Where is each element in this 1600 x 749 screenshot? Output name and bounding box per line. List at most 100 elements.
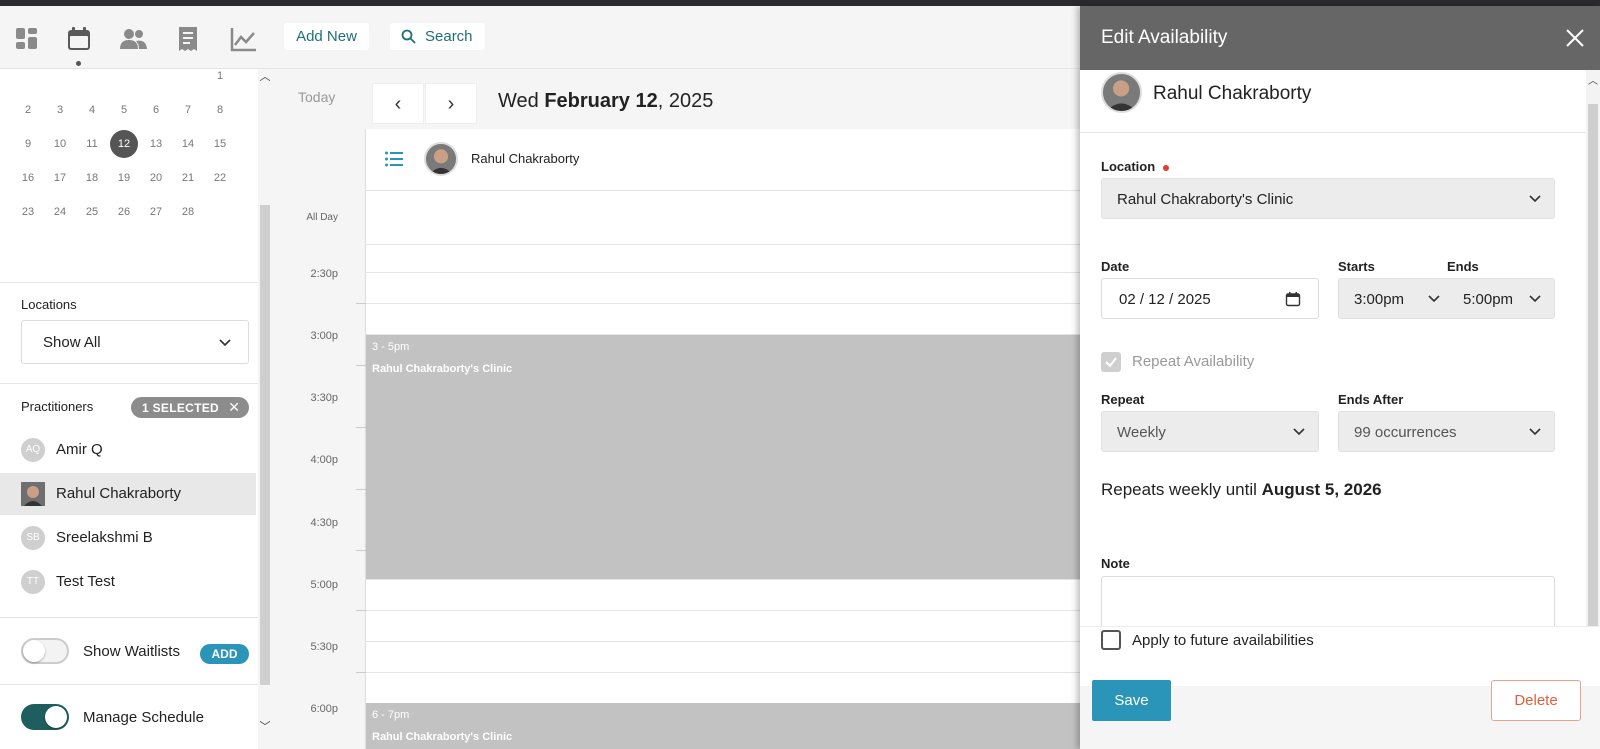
mini-calendar-day[interactable]: 6 <box>142 96 170 124</box>
manage-schedule-label: Manage Schedule <box>83 709 204 726</box>
mini-calendar-day[interactable]: 10 <box>46 130 74 158</box>
chevron-down-icon <box>1529 195 1541 203</box>
grid-line <box>366 272 1080 273</box>
apply-future-checkbox[interactable] <box>1101 630 1121 650</box>
location-select[interactable]: Rahul Chakraborty's Clinic <box>1101 178 1555 219</box>
repeat-availability-checkbox[interactable] <box>1101 352 1121 372</box>
grid-line <box>366 641 1080 642</box>
ends-after-select[interactable]: 99 occurrences <box>1338 411 1555 452</box>
date-label: Date <box>1101 259 1130 274</box>
availability-block[interactable]: 6 - 7pm Rahul Chakraborty's Clinic <box>366 703 1080 749</box>
save-button[interactable]: Save <box>1092 680 1171 721</box>
mini-calendar-day[interactable]: 8 <box>206 96 234 124</box>
mini-calendar-day[interactable]: 2 <box>14 96 42 124</box>
ends-after-label: Ends After <box>1338 392 1404 407</box>
sidebar-scrollbar[interactable]: ︿ ﹀ <box>258 69 272 749</box>
add-waitlist-button[interactable]: ADD <box>200 644 249 664</box>
selected-count-badge[interactable]: 1 SELECTED ✕ <box>131 397 249 418</box>
show-waitlists-toggle[interactable] <box>21 638 69 664</box>
mini-calendar-day[interactable]: 24 <box>46 198 74 226</box>
event-time: 3 - 5pm <box>372 341 410 353</box>
event-time: 6 - 7pm <box>372 709 410 721</box>
scroll-down-icon[interactable]: ﹀ <box>259 721 271 733</box>
panel-scrollbar[interactable]: ︿ <box>1586 70 1600 626</box>
mini-calendar-day-selected[interactable]: 12 <box>110 130 138 158</box>
locations-select[interactable]: Show All <box>21 320 249 364</box>
mini-calendar-day[interactable]: 4 <box>78 96 106 124</box>
availability-block[interactable]: 3 - 5pm Rahul Chakraborty's Clinic <box>366 335 1080 579</box>
apply-future-label: Apply to future availabilities <box>1132 632 1314 649</box>
chevron-down-icon <box>1293 428 1305 436</box>
sidebar-content: 1 2 3 4 5 6 7 8 9 10 11 12 13 14 15 16 17 18 19 20 21 22 23 24 2… <box>0 69 258 749</box>
mini-calendar-day[interactable]: 14 <box>174 130 202 158</box>
mini-calendar-day[interactable]: 26 <box>110 198 138 226</box>
manage-schedule-toggle[interactable] <box>21 704 69 730</box>
mini-calendar-day[interactable]: 22 <box>206 164 234 192</box>
avatar <box>1101 72 1142 113</box>
search-button[interactable]: Search <box>390 23 485 50</box>
add-new-button[interactable]: Add New <box>284 23 369 50</box>
prev-day-button[interactable]: ‹ <box>372 83 424 124</box>
practitioner-item[interactable]: SB Sreelakshmi B <box>0 517 256 559</box>
chart-icon[interactable] <box>229 24 259 54</box>
practitioner-item[interactable]: TT Test Test <box>0 561 256 603</box>
scrollbar-thumb[interactable] <box>1588 104 1598 626</box>
scroll-up-icon[interactable]: ︿ <box>259 71 271 83</box>
mini-calendar-day[interactable]: 18 <box>78 164 106 192</box>
mini-calendar-day[interactable]: 15 <box>206 130 234 158</box>
edit-availability-panel: Edit Availability Rahul Chakraborty Loca… <box>1080 6 1600 749</box>
calendar-main: Add New Search Today ‹ › Wed February 12… <box>272 6 1080 749</box>
mini-calendar-day[interactable]: 21 <box>174 164 202 192</box>
check-icon <box>1105 357 1117 368</box>
mini-calendar-day[interactable]: 5 <box>110 96 138 124</box>
chevron-down-icon[interactable] <box>1529 293 1541 305</box>
left-sidebar: 1 2 3 4 5 6 7 8 9 10 11 12 13 14 15 16 17 18 19 20 21 22 23 24 2… <box>0 6 272 749</box>
practitioner-item[interactable]: AQ Amir Q <box>0 429 256 471</box>
list-view-icon[interactable] <box>384 150 404 168</box>
practitioner-item-selected[interactable]: Rahul Chakraborty <box>0 473 256 515</box>
grid-line <box>366 610 1080 611</box>
chevron-down-icon[interactable] <box>1428 293 1440 305</box>
today-button[interactable]: Today <box>298 89 335 105</box>
mini-calendar-day[interactable]: 25 <box>78 198 106 226</box>
mini-calendar-day[interactable]: 13 <box>142 130 170 158</box>
tick <box>356 303 366 304</box>
mini-calendar-day[interactable]: 9 <box>14 130 42 158</box>
mini-calendar-day[interactable]: 11 <box>78 130 106 158</box>
mini-calendar-day[interactable]: 7 <box>174 96 202 124</box>
grid-line <box>366 190 1080 191</box>
day-grid: All Day 2:30p 3:00p 3:30p 4:00p 4:30p 5:… <box>272 129 1080 749</box>
dashboard-icon[interactable] <box>12 24 42 54</box>
weekday: Wed <box>498 90 539 112</box>
summary-text: Repeats weekly until <box>1101 480 1262 499</box>
clear-selection-icon[interactable]: ✕ <box>228 399 240 416</box>
mini-calendar-day[interactable]: 27 <box>142 198 170 226</box>
mini-calendar-day[interactable]: 28 <box>174 198 202 226</box>
mini-calendar-day[interactable]: 3 <box>46 96 74 124</box>
receipt-icon[interactable] <box>173 24 203 54</box>
note-textarea[interactable] <box>1101 576 1555 626</box>
mini-calendar-day[interactable]: 20 <box>142 164 170 192</box>
mini-calendar-day[interactable]: 19 <box>110 164 138 192</box>
divider <box>0 383 258 384</box>
scrollbar-thumb[interactable] <box>260 205 270 685</box>
required-indicator <box>1163 164 1170 171</box>
mini-calendar-day[interactable]: 23 <box>14 198 42 226</box>
close-icon[interactable] <box>1563 26 1587 50</box>
mini-calendar-day[interactable]: 17 <box>46 164 74 192</box>
toggle-knob <box>23 640 45 662</box>
calendar-icon[interactable] <box>64 24 94 54</box>
next-day-button[interactable]: › <box>425 83 477 124</box>
location-value: Rahul Chakraborty's Clinic <box>1117 191 1294 208</box>
event-location: Rahul Chakraborty's Clinic <box>372 731 513 743</box>
practitioner-name: Amir Q <box>56 441 103 458</box>
time-range-select[interactable]: 3:00pm 5:00pm <box>1338 278 1555 319</box>
calendar-icon[interactable] <box>1285 291 1301 307</box>
mini-calendar-day[interactable]: 16 <box>14 164 42 192</box>
date-input[interactable]: 02 / 12 / 2025 <box>1101 278 1319 319</box>
delete-button[interactable]: Delete <box>1491 680 1581 721</box>
people-icon[interactable] <box>118 24 148 54</box>
mini-calendar-day[interactable]: 1 <box>206 69 234 90</box>
scroll-up-icon[interactable]: ︿ <box>1588 72 1598 87</box>
repeat-select[interactable]: Weekly <box>1101 411 1319 452</box>
